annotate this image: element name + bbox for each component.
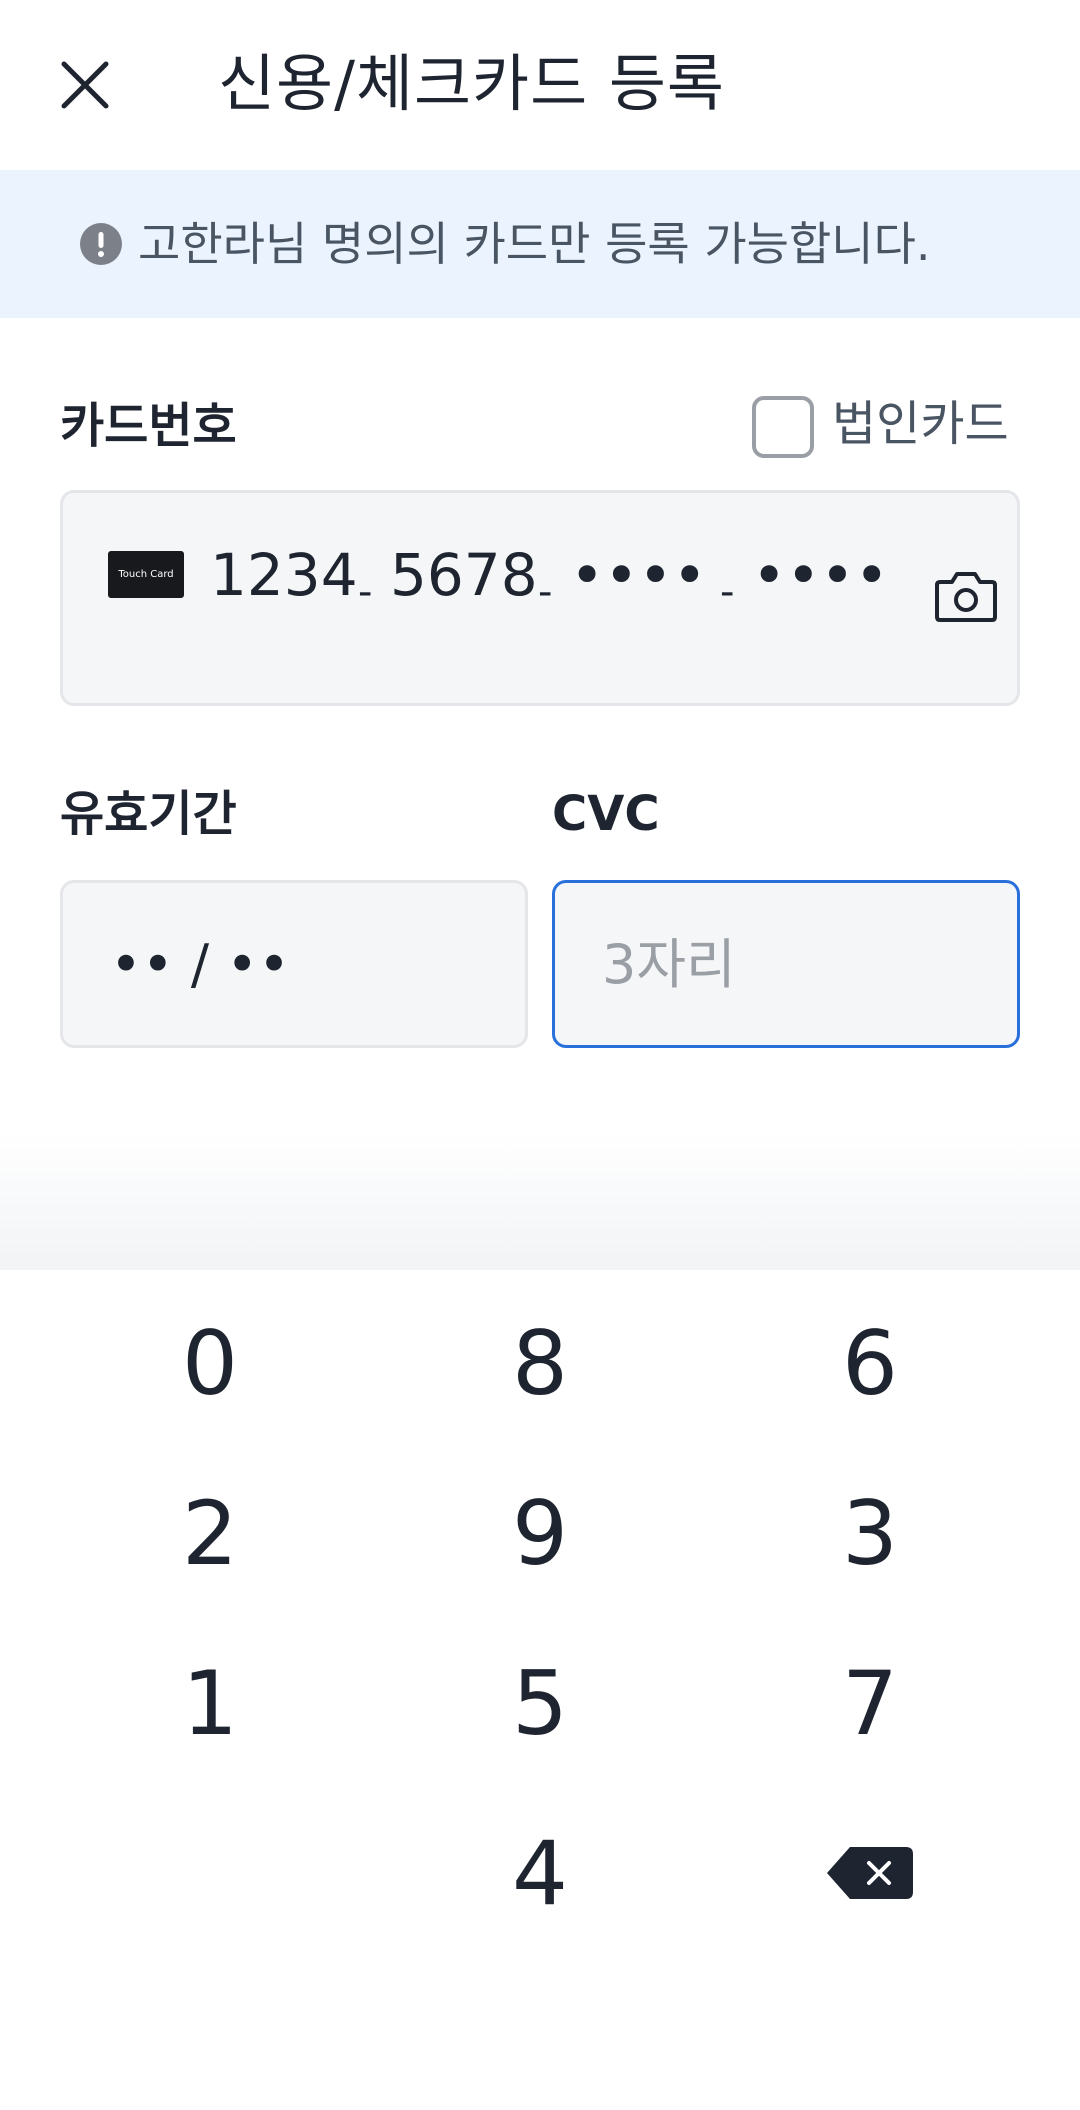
card-number-label: 카드번호 [60,398,237,454]
exclamation-circle-icon [80,223,122,265]
corporate-card-label[interactable]: 법인카드 [832,394,1009,454]
card-number-separator: - [720,569,735,615]
key-2[interactable]: 2 [45,1458,375,1608]
key-0[interactable]: 0 [45,1288,375,1438]
notice-text: 고한라님 명의의 카드만 등록 가능합니다. [138,217,931,271]
cvc-label: CVC [552,786,660,842]
card-scan-button[interactable] [934,566,998,624]
header: 신용/체크카드 등록 [0,0,1080,170]
expiry-label: 유효기간 [60,786,237,842]
card-number-separator: - [358,569,373,615]
card-number-segment-1[interactable]: 1234 [210,538,358,612]
backspace-key[interactable] [705,1798,1035,1948]
key-1[interactable]: 1 [45,1628,375,1778]
card-brand-logo: Touch Card [108,551,184,598]
key-8[interactable]: 8 [375,1288,705,1438]
card-number-segment-3[interactable]: •••• [570,538,707,612]
card-number-separator: - [538,569,553,615]
key-3[interactable]: 3 [705,1458,1035,1608]
key-4[interactable]: 4 [375,1798,705,1948]
key-9[interactable]: 9 [375,1458,705,1608]
card-number-segment-2[interactable]: 5678 [390,538,538,612]
card-number-segment-4[interactable]: •••• [752,538,889,612]
corporate-card-checkbox[interactable] [752,396,814,458]
secure-keypad: 0 8 6 2 9 3 1 5 7 4 [0,1272,1080,2110]
key-5[interactable]: 5 [375,1628,705,1778]
key-7[interactable]: 7 [705,1628,1035,1778]
cvc-placeholder: 3자리 [602,933,736,996]
expiry-value[interactable]: •• / •• [110,930,290,1000]
backspace-icon [827,1847,913,1899]
camera-icon [935,572,997,622]
keypad-shadow [0,1130,1080,1270]
close-icon [61,61,109,109]
key-empty [45,1798,375,1948]
close-button[interactable] [50,50,120,120]
key-6[interactable]: 6 [705,1288,1035,1438]
page-title: 신용/체크카드 등록 [218,47,725,120]
